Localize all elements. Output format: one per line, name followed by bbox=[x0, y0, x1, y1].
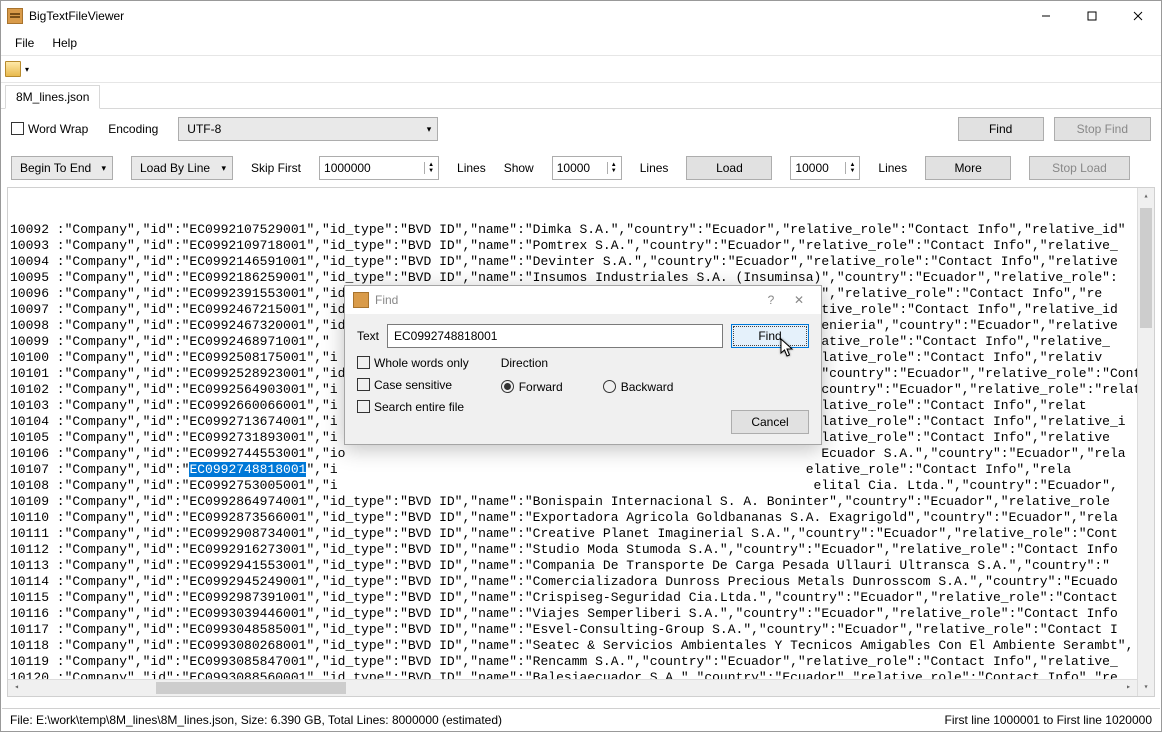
backward-radio[interactable]: Backward bbox=[603, 380, 674, 394]
window-title: BigTextFileViewer bbox=[29, 9, 124, 23]
dialog-cancel-button[interactable]: Cancel bbox=[731, 410, 809, 434]
dialog-close-button[interactable]: ✕ bbox=[785, 293, 813, 307]
skipfirst-label: Skip First bbox=[251, 161, 301, 175]
file-tab[interactable]: 8M_lines.json bbox=[5, 85, 100, 109]
text-line: 10113 :"Company","id":"EC0992941553001",… bbox=[10, 558, 1152, 574]
mode-select[interactable]: Begin To End▾ bbox=[11, 156, 113, 180]
text-line: 10112 :"Company","id":"EC0992916273001",… bbox=[10, 542, 1152, 558]
maximize-button[interactable] bbox=[1069, 1, 1115, 31]
text-line: 10118 :"Company","id":"EC0993080268001",… bbox=[10, 638, 1152, 654]
lines-label-3: Lines bbox=[878, 161, 907, 175]
text-line: 10107 :"Company","id":"EC0992748818001",… bbox=[10, 462, 1152, 478]
text-line: 10095 :"Company","id":"EC0992186259001",… bbox=[10, 270, 1152, 286]
show-input[interactable]: ▲▼ bbox=[552, 156, 622, 180]
tab-row: 8M_lines.json bbox=[1, 83, 1161, 109]
text-line: 10093 :"Company","id":"EC0992109718001",… bbox=[10, 238, 1152, 254]
toolbar: ▾ bbox=[1, 55, 1161, 83]
app-icon bbox=[7, 8, 23, 24]
menu-file[interactable]: File bbox=[7, 33, 42, 53]
open-folder-icon[interactable] bbox=[5, 61, 21, 77]
menu-help[interactable]: Help bbox=[44, 33, 85, 53]
dialog-icon bbox=[353, 292, 369, 308]
text-line: 10092 :"Company","id":"EC0992107529001",… bbox=[10, 222, 1152, 238]
direction-label: Direction bbox=[501, 356, 674, 370]
lines-label-2: Lines bbox=[640, 161, 669, 175]
whole-words-checkbox[interactable]: Whole words only bbox=[357, 356, 469, 370]
chevron-down-icon: ▾ bbox=[427, 124, 432, 135]
dialog-title: Find bbox=[375, 293, 398, 307]
open-dropdown[interactable]: ▾ bbox=[21, 65, 33, 74]
close-button[interactable] bbox=[1115, 1, 1161, 31]
text-line: 10119 :"Company","id":"EC0993085847001",… bbox=[10, 654, 1152, 670]
status-left: File: E:\work\temp\8M_lines\8M_lines.jso… bbox=[10, 713, 502, 727]
text-line: 10111 :"Company","id":"EC0992908734001",… bbox=[10, 526, 1152, 542]
statusbar: File: E:\work\temp\8M_lines\8M_lines.jso… bbox=[2, 708, 1160, 730]
text-line: 10115 :"Company","id":"EC0992987391001",… bbox=[10, 590, 1152, 606]
case-sensitive-checkbox[interactable]: Case sensitive bbox=[357, 378, 469, 392]
dialog-help-button[interactable]: ? bbox=[757, 293, 785, 307]
vertical-scrollbar[interactable]: ▴▾ bbox=[1137, 188, 1154, 696]
dialog-find-button[interactable]: Find bbox=[731, 324, 809, 348]
wordwrap-checkbox[interactable]: Word Wrap bbox=[11, 122, 88, 136]
lines-label-1: Lines bbox=[457, 161, 486, 175]
status-right: First line 1000001 to First line 1020000 bbox=[945, 713, 1152, 727]
text-line: 10109 :"Company","id":"EC0992864974001",… bbox=[10, 494, 1152, 510]
load-button[interactable]: Load bbox=[686, 156, 772, 180]
find-text-input[interactable] bbox=[387, 324, 723, 348]
text-line: 10117 :"Company","id":"EC0993048585001",… bbox=[10, 622, 1152, 638]
find-dialog: Find ? ✕ Text Find Whole words only Case… bbox=[344, 285, 822, 445]
text-label: Text bbox=[357, 329, 387, 343]
options-row: Word Wrap Encoding UTF-8 ▾ Find Stop Fin… bbox=[1, 109, 1161, 149]
dialog-titlebar[interactable]: Find ? ✕ bbox=[345, 286, 821, 314]
find-button[interactable]: Find bbox=[958, 117, 1044, 141]
text-line: 10106 :"Company","id":"EC0992744553001",… bbox=[10, 446, 1152, 462]
search-entire-checkbox[interactable]: Search entire file bbox=[357, 400, 469, 414]
horizontal-scrollbar[interactable]: ◂▸ bbox=[8, 679, 1137, 696]
text-line: 10114 :"Company","id":"EC0992945249001",… bbox=[10, 574, 1152, 590]
text-line: 10094 :"Company","id":"EC0992146591001",… bbox=[10, 254, 1152, 270]
minimize-button[interactable] bbox=[1023, 1, 1069, 31]
text-line: 10116 :"Company","id":"EC0993039446001",… bbox=[10, 606, 1152, 622]
more-input[interactable]: ▲▼ bbox=[790, 156, 860, 180]
show-label: Show bbox=[504, 161, 534, 175]
stop-load-button: Stop Load bbox=[1029, 156, 1130, 180]
load-row: Begin To End▾ Load By Line▾ Skip First ▲… bbox=[1, 149, 1161, 187]
text-line: 10110 :"Company","id":"EC0992873566001",… bbox=[10, 510, 1152, 526]
skipfirst-input[interactable]: ▲▼ bbox=[319, 156, 439, 180]
text-line: 10108 :"Company","id":"EC0992753005001",… bbox=[10, 478, 1152, 494]
loadby-select[interactable]: Load By Line▾ bbox=[131, 156, 233, 180]
forward-radio[interactable]: Forward bbox=[501, 380, 563, 394]
menubar: File Help bbox=[1, 31, 1161, 55]
more-button[interactable]: More bbox=[925, 156, 1011, 180]
stop-find-button: Stop Find bbox=[1054, 117, 1151, 141]
titlebar: BigTextFileViewer bbox=[1, 1, 1161, 31]
encoding-label: Encoding bbox=[108, 122, 158, 136]
encoding-select[interactable]: UTF-8 ▾ bbox=[178, 117, 438, 141]
